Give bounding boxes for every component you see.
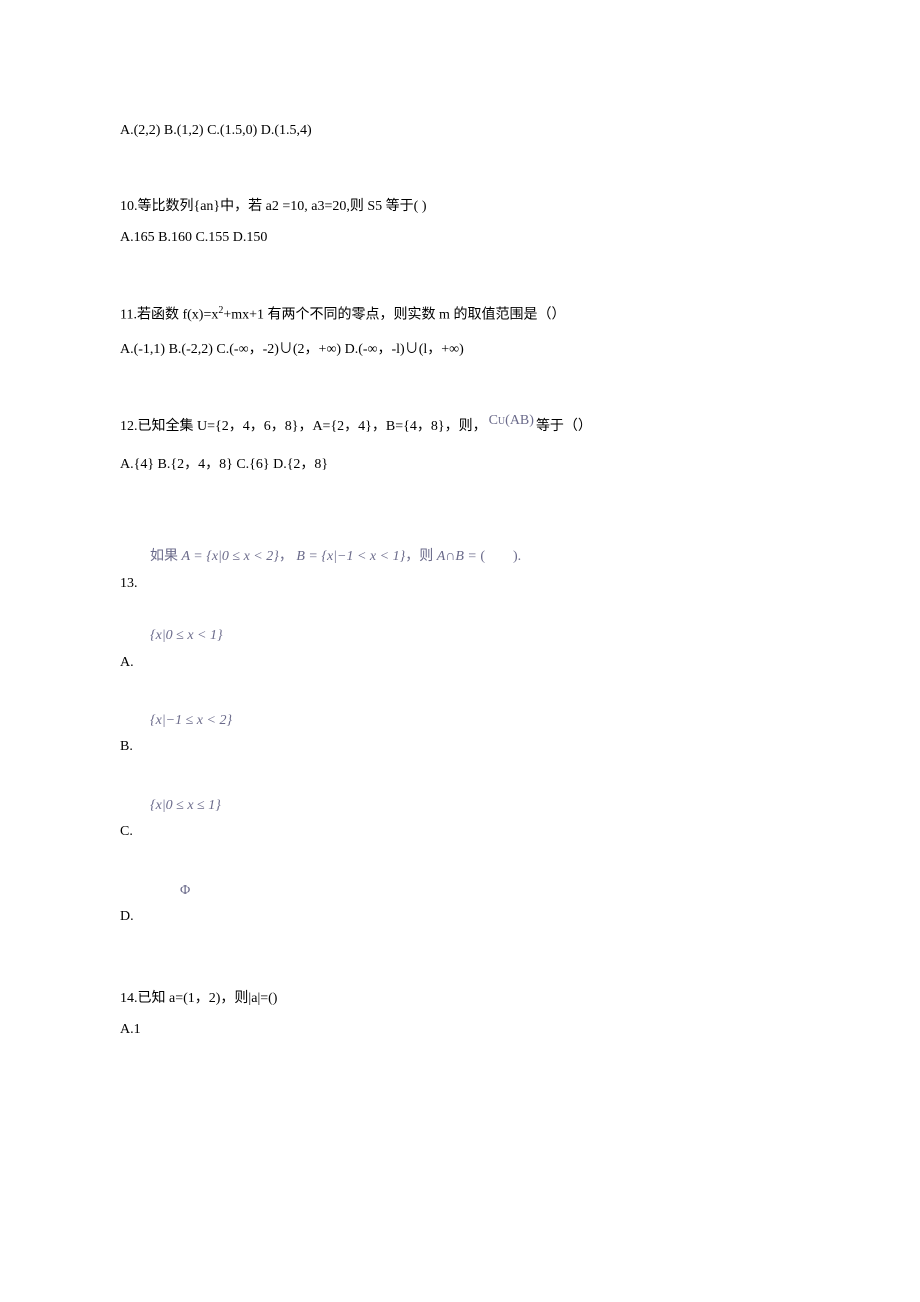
q13-m1: A = {x|0 ≤ x < 2} — [182, 549, 279, 564]
question-11: 11.若函数 f(x)=x2+mx+1 有两个不同的零点，则实数 m 的取值范围… — [120, 303, 800, 361]
q11-stem: 11.若函数 f(x)=x2+mx+1 有两个不同的零点，则实数 m 的取值范围… — [120, 303, 800, 327]
q11-stem-prefix: 11.若函数 f(x)=x — [120, 308, 218, 323]
q13-stem-math: 如果 A = {x|0 ≤ x < 2}， B = {x|−1 < x < 1}… — [120, 546, 800, 568]
q14-optA: A.1 — [120, 1019, 800, 1041]
q13-optA-math: {x|0 ≤ x < 1} — [120, 625, 800, 647]
q13-optD-label: D. — [120, 906, 800, 928]
q13-optB-label: B. — [120, 736, 800, 758]
question-10: 10.等比数列{an}中，若 a2 =10, a3=20,则 S5 等于( ) … — [120, 196, 800, 249]
q13-optB-math-inner: {x|−1 ≤ x < 2} — [150, 713, 232, 728]
q11-stem-suffix: +mx+1 有两个不同的零点，则实数 m 的取值范围是（） — [223, 308, 565, 323]
q13-optA-label: A. — [120, 652, 800, 674]
q12-stem-suffix: 等于（） — [536, 416, 592, 438]
q9-options-text: A.(2,2) B.(1,2) C.(1.5,0) D.(1.5,4) — [120, 120, 800, 142]
q13-option-b: {x|−1 ≤ x < 2} B. — [120, 710, 800, 759]
question-9-options: A.(2,2) B.(1,2) C.(1.5,0) D.(1.5,4) — [120, 120, 800, 142]
q13-optC-label: C. — [120, 821, 800, 843]
q11-options: A.(-1,1) B.(-2,2) C.(-∞，-2)∪(2，+∞) D.(-∞… — [120, 339, 800, 361]
q10-stem: 10.等比数列{an}中，若 a2 =10, a3=20,则 S5 等于( ) — [120, 196, 800, 218]
q12-complement-expr: CU(AB) — [487, 410, 536, 432]
q13-tail: ( ). — [477, 549, 521, 564]
q13-optC-math-inner: {x|0 ≤ x ≤ 1} — [150, 798, 221, 813]
q13-cn2: 则 — [419, 549, 437, 564]
question-13: 如果 A = {x|0 ≤ x < 2}， B = {x|−1 < x < 1}… — [120, 546, 800, 928]
q12-stem-prefix: 12.已知全集 U={2，4，6，8}，A={2，4}，B={4，8}，则， — [120, 416, 487, 438]
q13-sep2: ， — [405, 549, 419, 564]
q13-option-a: {x|0 ≤ x < 1} A. — [120, 625, 800, 674]
q13-optD-math-inner: Φ — [180, 883, 190, 898]
q13-m3: A∩B = — [437, 549, 477, 564]
q13-optA-math-inner: {x|0 ≤ x < 1} — [150, 628, 223, 643]
q12-options: A.{4} B.{2，4，8} C.{6} D.{2，8} — [120, 454, 800, 476]
q10-options: A.165 B.160 C.155 D.150 — [120, 227, 800, 249]
q13-optB-math: {x|−1 ≤ x < 2} — [120, 710, 800, 732]
question-12: 12.已知全集 U={2，4，6，8}，A={2，4}，B={4，8}，则， C… — [120, 416, 800, 477]
q13-number: 13. — [120, 573, 800, 595]
q13-sep1: ， — [279, 549, 297, 564]
question-14: 14.已知 a=(1，2)，则|a|=() A.1 — [120, 988, 800, 1041]
q12-stem: 12.已知全集 U={2，4，6，8}，A={2，4}，B={4，8}，则， C… — [120, 416, 592, 438]
q13-optC-math: {x|0 ≤ x ≤ 1} — [120, 795, 800, 817]
q14-stem: 14.已知 a=(1，2)，则|a|=() — [120, 988, 800, 1010]
q13-cn1: 如果 — [150, 549, 182, 564]
q13-stem-row: 如果 A = {x|0 ≤ x < 2}， B = {x|−1 < x < 1}… — [120, 546, 800, 568]
q13-option-d: Φ D. — [120, 880, 800, 929]
q13-option-c: {x|0 ≤ x ≤ 1} C. — [120, 795, 800, 844]
q13-m2: B = {x|−1 < x < 1} — [296, 549, 405, 564]
q13-optD-math: Φ — [120, 880, 800, 902]
